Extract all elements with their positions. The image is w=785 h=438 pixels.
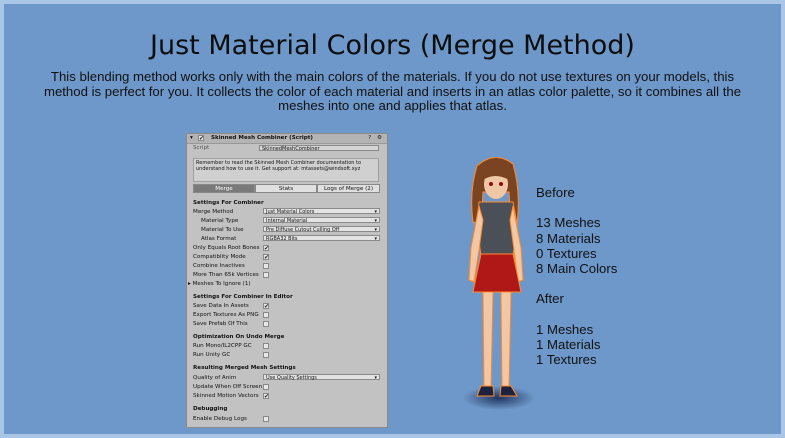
after-label: After	[536, 291, 564, 307]
component-enable-checkbox[interactable]: ✔	[198, 135, 204, 142]
tab-stats[interactable]: Stats	[255, 184, 317, 193]
before-meshes: 13 Meshes	[536, 215, 601, 231]
run-mono-gc-label: Run Mono/IL2CPP GC	[193, 343, 252, 349]
stats-panel: Before 13 Meshes 8 Materials 0 Textures …	[536, 185, 617, 367]
run-unity-gc-checkbox[interactable]	[263, 352, 269, 358]
more-than-65k-checkbox[interactable]	[263, 272, 269, 278]
tab-bar: Merge Stats Logs of Merge (2)	[193, 184, 380, 193]
help-note: Remember to read the Skinned Mesh Combin…	[193, 158, 379, 182]
debugging-header: Debugging	[193, 406, 228, 412]
undo-optimization-header: Optimization On Undo Merge	[193, 334, 285, 340]
settings-header: Settings For Combiner	[193, 200, 264, 206]
foldout-arrow-icon: ▸	[188, 281, 191, 287]
material-type-dropdown[interactable]: Internal Material ▾	[263, 217, 380, 224]
dropdown-arrow-icon: ▾	[374, 209, 377, 215]
save-prefab-label: Save Prefab Of This	[193, 321, 248, 327]
character-model-image	[463, 157, 535, 410]
dropdown-arrow-icon: ▾	[374, 236, 377, 242]
update-when-offscreen-label: Update When Off Screen	[193, 384, 263, 390]
before-materials: 8 Materials	[536, 230, 601, 246]
combine-inactives-checkbox[interactable]	[263, 263, 269, 269]
meshes-to-ignore-foldout[interactable]: ▸ Meshes To Ignore (1)	[188, 281, 251, 288]
skinned-motion-vectors-label: Skinned Motion Vectors	[193, 393, 259, 399]
compatibility-mode-label: Compatiblity Mode	[193, 254, 246, 260]
dropdown-arrow-icon: ▾	[374, 227, 377, 233]
only-equals-root-bones-label: Only Equals Root Bones	[193, 245, 260, 251]
dropdown-arrow-icon: ▾	[374, 218, 377, 224]
before-main-colors: 8 Main Colors	[536, 260, 618, 276]
enable-debug-logs-checkbox[interactable]	[263, 416, 269, 422]
only-equals-root-bones-checkbox[interactable]: ✔	[263, 245, 269, 252]
material-type-label: Material Type	[201, 218, 239, 224]
expand-arrow-icon[interactable]: ▾	[190, 135, 193, 141]
quality-of-anim-dropdown[interactable]: Use Quality Settings ▾	[263, 374, 380, 381]
export-textures-png-checkbox[interactable]	[263, 312, 269, 318]
enable-debug-logs-label: Enable Debug Logs	[193, 416, 247, 422]
inspector-header[interactable]: ▾ ✔ Skinned Mesh Combiner (Script) ? ⚙	[187, 134, 387, 144]
inspector-title: Skinned Mesh Combiner (Script)	[211, 135, 313, 141]
after-materials: 1 Materials	[536, 336, 601, 352]
after-meshes: 1 Meshes	[536, 321, 594, 337]
tab-logs[interactable]: Logs of Merge (2)	[317, 184, 380, 193]
save-prefab-checkbox[interactable]	[263, 321, 269, 327]
editor-settings-header: Settings For Combiner In Editor	[193, 294, 293, 300]
after-textures: 1 Textures	[536, 352, 597, 368]
slide-frame	[0, 0, 785, 438]
export-textures-png-label: Export Textures As PNG	[193, 312, 259, 318]
before-label: Before	[536, 185, 575, 200]
gear-icon[interactable]: ? ⚙	[368, 135, 384, 141]
save-data-in-assets-label: Save Data In Assets	[193, 303, 249, 309]
quality-of-anim-label: Quality of Anim	[193, 375, 237, 381]
before-textures: 0 Textures	[536, 245, 597, 261]
run-mono-gc-checkbox[interactable]	[263, 343, 269, 349]
compatibility-mode-checkbox[interactable]: ✔	[263, 254, 269, 261]
dropdown-arrow-icon: ▾	[374, 375, 377, 381]
combine-inactives-label: Combine Inactives	[193, 263, 245, 269]
script-field[interactable]: SkinnedMeshCombiner	[259, 145, 379, 152]
tab-merge[interactable]: Merge	[193, 184, 255, 193]
atlas-format-dropdown[interactable]: RGBA32 Bits ▾	[263, 235, 380, 242]
update-when-offscreen-checkbox[interactable]	[263, 384, 269, 390]
material-to-use-dropdown[interactable]: Pre Diffuse Cutout Culling Off ▾	[263, 226, 380, 233]
resulting-mesh-header: Resulting Merged Mesh Settings	[193, 365, 296, 371]
run-unity-gc-label: Run Unity GC	[193, 352, 231, 358]
skinned-motion-vectors-checkbox[interactable]: ✔	[263, 393, 269, 400]
description-text: This blending method works only with the…	[43, 69, 742, 114]
atlas-format-label: Atlas Format	[201, 236, 237, 242]
more-than-65k-label: More Than 65k Vertices	[193, 272, 259, 278]
material-to-use-label: Material To Use	[201, 227, 244, 233]
save-data-in-assets-checkbox[interactable]: ✔	[263, 303, 269, 310]
inspector-panel: ▾ ✔ Skinned Mesh Combiner (Script) ? ⚙ S…	[186, 133, 388, 428]
page-title: Just Material Colors (Merge Method)	[150, 30, 635, 61]
merge-method-label: Merge Method	[193, 209, 234, 215]
merge-method-dropdown[interactable]: Just Material Colors ▾	[263, 208, 380, 215]
script-label: Script	[193, 145, 210, 151]
